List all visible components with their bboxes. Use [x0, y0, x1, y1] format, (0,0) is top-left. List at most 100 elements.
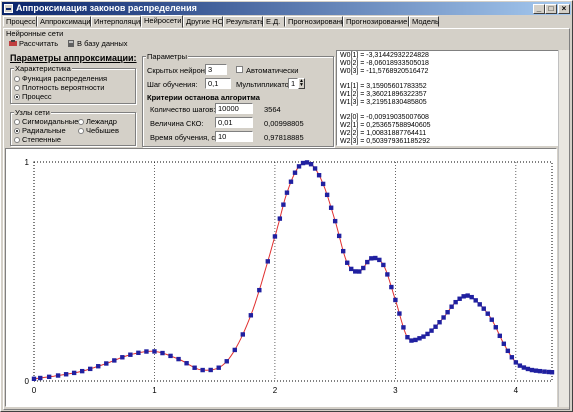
data-point-marker	[257, 287, 262, 293]
data-point-marker	[477, 302, 482, 307]
data-point-marker	[461, 294, 466, 299]
window-title: Аппроксимация законов распределения	[16, 3, 197, 13]
radio-dot	[14, 118, 20, 125]
data-point-marker	[437, 320, 442, 325]
data-point-marker	[441, 315, 446, 320]
radio-distribution-function[interactable]: Функция распределения	[14, 74, 107, 83]
sko-input[interactable]: 0,01	[215, 117, 253, 128]
data-point-marker	[465, 293, 470, 298]
tab-approximation[interactable]: Аппроксимация	[37, 16, 95, 27]
data-point-marker	[31, 376, 37, 382]
data-point-marker	[79, 368, 85, 374]
data-point-marker	[433, 324, 438, 329]
data-point-marker	[208, 367, 213, 373]
auto-checkbox[interactable]	[236, 66, 243, 73]
data-point-marker	[425, 331, 430, 337]
close-button[interactable]: ×	[558, 4, 570, 14]
data-point-marker	[457, 296, 462, 301]
x-tick-label: 3	[393, 386, 398, 395]
sko-label: Величина СКО:	[150, 119, 204, 128]
data-point-marker	[373, 255, 378, 261]
weight-line: W1[1] = 3,15905601783352	[340, 83, 427, 91]
data-point-marker	[417, 336, 422, 341]
learning-step-input[interactable]: 0,1	[205, 78, 231, 89]
approximation-chart: 0 1 2 3 4 0 1	[25, 158, 555, 395]
tab-model[interactable]: Модель	[409, 16, 439, 27]
data-point-marker	[542, 369, 547, 374]
to-database-button[interactable]: В базу данных	[67, 39, 127, 48]
data-point-marker	[265, 259, 270, 264]
data-point-marker	[361, 265, 366, 271]
tab-forecasting-2[interactable]: Прогнозирование 2	[343, 16, 414, 27]
multiplier-spinner[interactable]: ▲ ▼	[298, 78, 305, 89]
data-point-marker	[489, 317, 494, 322]
data-point-marker	[296, 164, 302, 169]
data-point-marker	[473, 298, 478, 303]
data-point-marker	[304, 160, 310, 165]
data-point-marker	[248, 313, 254, 318]
data-point-marker	[421, 334, 426, 339]
radio-chebyshev[interactable]: Чебышев	[78, 126, 119, 135]
radio-sigmoid[interactable]: Сигмоидальные	[14, 117, 78, 126]
data-point-marker	[71, 370, 77, 376]
vertical-scrollbar[interactable]	[558, 50, 569, 407]
data-point-marker	[240, 332, 246, 337]
radio-probability-density[interactable]: Плотность вероятности	[14, 83, 104, 92]
data-point-marker	[413, 337, 418, 343]
data-point-marker	[232, 347, 237, 353]
database-icon	[68, 40, 74, 47]
data-point-marker	[537, 368, 543, 374]
radio-power[interactable]: Степенные	[14, 135, 61, 144]
title-bar: Аппроксимация законов распределения _ □ …	[2, 2, 571, 15]
app-icon	[4, 4, 13, 13]
tab-results[interactable]: Результаты	[223, 16, 266, 27]
multiplier-input[interactable]: 1	[288, 78, 298, 89]
data-point-marker	[533, 368, 539, 373]
tab-forecasting[interactable]: Прогнозирование	[285, 16, 349, 27]
weight-line: W0[3] = -11,5768920516472	[340, 67, 429, 75]
net-nodes-title: Узлы сети	[14, 108, 51, 117]
subtab-neural-networks[interactable]: Нейронные сети	[6, 29, 63, 38]
tab-ed[interactable]: Е.Д.	[263, 16, 285, 27]
data-point-marker	[160, 350, 165, 356]
radio-dot-selected	[14, 127, 20, 134]
data-point-marker	[316, 173, 322, 178]
radio-process[interactable]: Процесс	[14, 92, 52, 101]
data-point-marker	[377, 257, 382, 263]
data-point-marker	[345, 260, 350, 265]
radio-radial[interactable]: Радиальные	[14, 126, 66, 135]
data-point-marker	[401, 325, 406, 330]
training-time-actual-value: 0,97818885	[264, 133, 304, 142]
learning-step-label: Шаг обучения:	[147, 80, 198, 89]
weight-line: W2[0] = -0,00919035007608	[340, 114, 429, 122]
tab-neural-networks[interactable]: Нейросети	[141, 15, 183, 28]
data-point-marker	[176, 356, 181, 362]
maximize-button[interactable]: □	[545, 4, 557, 14]
data-point-marker	[168, 353, 173, 359]
calculate-button[interactable]: Рассчитать	[9, 39, 58, 48]
weight-line	[340, 75, 555, 83]
plot-frame	[33, 161, 553, 382]
data-point-marker	[449, 304, 454, 309]
data-point-marker	[200, 367, 205, 373]
weight-line: W2[2] = 1,00831887764411	[340, 129, 427, 137]
radio-dot	[78, 127, 84, 134]
tab-other-nn[interactable]: Другие НС	[183, 16, 223, 27]
data-point-marker	[353, 269, 358, 274]
tab-interpolation[interactable]: Интерполяция	[91, 16, 144, 27]
training-time-input[interactable]: 10	[215, 131, 253, 142]
radio-dot	[14, 75, 20, 82]
data-point-marker	[63, 372, 69, 377]
data-point-marker	[300, 160, 306, 166]
steps-count-label: Количество шагов:	[150, 105, 216, 114]
data-point-marker	[389, 284, 394, 290]
data-point-marker	[88, 366, 93, 372]
radio-legendre[interactable]: Лежандр	[78, 117, 117, 126]
minimize-button[interactable]: _	[533, 4, 545, 14]
weights-memo[interactable]: W0[1] = -3,31442932224828 W0[2] = -8,060…	[336, 50, 559, 146]
steps-count-input[interactable]: 10000	[215, 103, 253, 114]
weight-line: W2[1] = 0,253657588940605	[340, 122, 431, 130]
tab-process[interactable]: Процесс	[3, 16, 37, 27]
hidden-neurons-input[interactable]: 3	[205, 64, 227, 75]
params-heading: Параметры аппроксимации:	[10, 53, 137, 63]
